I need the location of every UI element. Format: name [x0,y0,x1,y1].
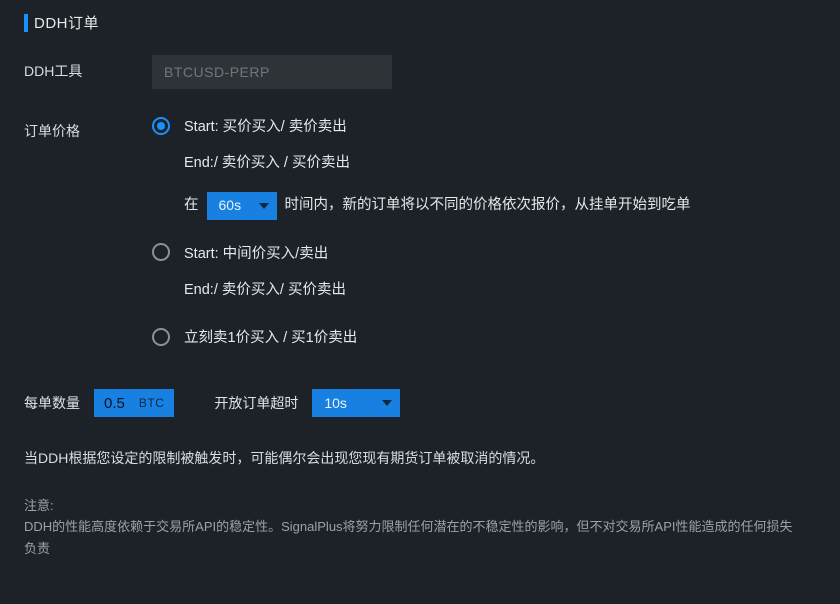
price-option-3-label: 立刻卖1价买入 / 买1价卖出 [184,326,357,347]
price-row: 订单价格 Start: 买价买入/ 卖价卖出 End:/ 卖价买入 / 买价卖出… [24,115,816,347]
price-option-3: 立刻卖1价买入 / 买1价卖出 [152,326,816,347]
sweep-duration-select[interactable]: 60s [207,192,277,220]
price-radio-2[interactable] [152,243,170,261]
ddh-tool-input[interactable] [152,55,392,89]
qty-timeout-row: 每单数量 0.5 BTC 开放订单超时 10s [24,389,816,417]
price-option-2-start: Start: 中间价买入/卖出 [184,242,328,263]
section-title: DDH订单 [34,12,99,33]
price-radio-1[interactable] [152,117,170,135]
section-header: DDH订单 [24,12,816,33]
note-text: DDH的性能高度依赖于交易所API的稳定性。SignalPlus将努力限制任何潜… [24,516,804,560]
timeout-value: 10s [324,395,347,411]
price-option-2-end: End:/ 卖价买入/ 买价卖出 [184,277,816,305]
sweep-duration-value: 60s [219,192,242,219]
price-label: 订单价格 [24,115,152,141]
sweep-suffix: 时间内，新的订单将以不同的价格依次报价，从挂单开始到吃单 [285,192,691,220]
cancel-warning-text: 当DDH根据您设定的限制被触发时，可能偶尔会出现您现有期货订单被取消的情况。 [24,447,816,471]
timeout-select[interactable]: 10s [312,389,400,417]
timeout-label: 开放订单超时 [214,393,298,413]
accent-bar-icon [24,14,28,32]
qty-unit: BTC [139,396,165,410]
chevron-down-icon [382,400,392,406]
note-label: 注意: [24,495,816,514]
chevron-down-icon [259,203,269,209]
qty-value: 0.5 [104,395,125,412]
qty-label: 每单数量 [24,393,80,413]
price-radio-3[interactable] [152,328,170,346]
price-option-1: Start: 买价买入/ 卖价卖出 End:/ 卖价买入 / 买价卖出 在 60… [152,115,816,220]
price-option-2: Start: 中间价买入/卖出 End:/ 卖价买入/ 买价卖出 [152,242,816,305]
qty-input[interactable]: 0.5 BTC [94,389,174,417]
price-option-1-end: End:/ 卖价买入 / 买价卖出 [184,150,816,178]
price-option-1-start: Start: 买价买入/ 卖价卖出 [184,115,347,136]
tool-label: DDH工具 [24,55,152,81]
tool-row: DDH工具 [24,55,816,89]
price-option-1-sweep: 在 60s 时间内，新的订单将以不同的价格依次报价，从挂单开始到吃单 [184,192,816,220]
sweep-prefix: 在 [184,192,199,220]
